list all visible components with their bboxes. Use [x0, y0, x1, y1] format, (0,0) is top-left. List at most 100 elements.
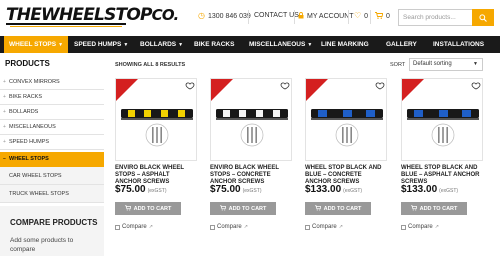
product-image[interactable]: FREE DELIVERY AUSTRALIA WIDE [210, 78, 292, 161]
external-link-icon: ↗ [243, 224, 248, 230]
contact-link[interactable]: CONTACT US [254, 12, 299, 19]
compare-checkbox[interactable] [305, 224, 310, 230]
sidebar-item-label: WHEEL STOPS [9, 156, 49, 162]
sidebar-item-miscellaneous[interactable]: + MISCELLANEOUS [0, 120, 104, 135]
wishlist-link[interactable]: ♡ 0 [354, 12, 368, 20]
product-name[interactable]: WHEEL STOP BLACK AND BLUE – ASPHALT ANCH… [401, 165, 483, 186]
compare-checkbox[interactable] [115, 224, 120, 230]
logo-co: CO. [151, 6, 180, 24]
nav-label: LINE MARKING [321, 41, 369, 48]
product-image[interactable]: FREE DELIVERY AUSTRALIA WIDE [305, 78, 387, 161]
sidebar-item-label: SPEED HUMPS [9, 139, 50, 145]
nav-gallery[interactable]: GALLERY [386, 36, 417, 53]
external-link-icon: ↗ [338, 224, 343, 230]
compare-label: Compare [312, 224, 337, 230]
compare-link[interactable]: Compare ↗ [115, 224, 153, 230]
product-image[interactable]: FREE DELIVERY AUSTRALIA WIDE [401, 78, 483, 161]
compare-label: Compare [408, 224, 433, 230]
nav-bike-racks[interactable]: BIKE RACKS [194, 36, 234, 53]
logo-wheel: WHEEL [41, 5, 105, 25]
phone-link[interactable]: ◷ 1300 846 039 [198, 12, 251, 20]
clock-icon: ◷ [198, 11, 205, 20]
price-value: $75.00 [210, 184, 241, 195]
nav-bollards[interactable]: BOLLARDS ▼ [140, 36, 183, 53]
lock-icon [298, 12, 304, 21]
site-logo[interactable]: THEWHEELSTOPCO. [6, 5, 180, 25]
compare-checkbox[interactable] [210, 224, 215, 230]
chevron-down-icon: ▼ [473, 61, 478, 67]
product-price: $133.00 (exGST) [401, 184, 458, 195]
sidebar-subitem-truck-wheel-stops[interactable]: TRUCK WHEEL STOPS [0, 185, 104, 203]
price-value: $133.00 [305, 184, 342, 195]
price-value: $133.00 [401, 184, 438, 195]
wishlist-count: 0 [364, 12, 369, 20]
chevron-down-icon: ▼ [123, 42, 129, 48]
compare-link[interactable]: Compare ↗ [401, 224, 439, 230]
sidebar-title: PRODUCTS [5, 59, 50, 68]
compare-checkbox[interactable] [401, 224, 406, 230]
sidebar-item-label: BOLLARDS [9, 109, 39, 115]
cart-link[interactable]: 0 [375, 12, 390, 21]
product-price: $75.00 (exGST) [115, 184, 166, 195]
sidebar-item-wheel-stops[interactable]: – WHEEL STOPS [0, 152, 104, 167]
nav-label: SPEED HUMPS [74, 41, 122, 48]
nav-installations[interactable]: INSTALLATIONS [433, 36, 484, 53]
nav-wheel-stops[interactable]: WHEEL STOPS ▼ [4, 36, 69, 53]
add-to-cart-button[interactable]: ADD TO CART [305, 202, 371, 215]
nav-label: MISCELLANEOUS [249, 41, 306, 48]
external-link-icon: ↗ [148, 224, 153, 230]
plus-icon: + [3, 139, 6, 145]
sidebar-subitem-label: CAR WHEEL STOPS [9, 173, 62, 179]
add-to-cart-label: ADD TO CART [133, 205, 172, 212]
nav-line-marking[interactable]: LINE MARKING [321, 36, 369, 53]
nav-label: WHEEL STOPS [9, 41, 57, 48]
sidebar-item-bike-racks[interactable]: + BIKE RACKS [0, 90, 104, 105]
tax-note: (exGST) [147, 188, 167, 194]
cart-icon [314, 204, 321, 213]
logo-underline [6, 23, 126, 25]
wheel-stop-image: FREE DELIVERY AUSTRALIA WIDE [116, 79, 195, 147]
plus-icon: + [3, 94, 6, 100]
sidebar-item-label: CONVEX MIRRORS [9, 79, 60, 85]
product-image[interactable]: FREE DELIVERY AUSTRALIA WIDE [115, 78, 197, 161]
add-to-cart-button[interactable]: ADD TO CART [401, 202, 467, 215]
logo-stripe [10, 26, 122, 27]
account-link[interactable]: MY ACCOUNT [298, 12, 354, 21]
cart-count: 0 [386, 13, 390, 20]
result-count: SHOWING ALL 8 RESULTS [115, 62, 186, 68]
compare-link[interactable]: Compare ↗ [210, 224, 248, 230]
wheel-stop-image: FREE DELIVERY AUSTRALIA WIDE [211, 79, 290, 147]
nav-miscellaneous[interactable]: MISCELLANEOUS ▼ [249, 36, 312, 53]
compare-text: Add some products to compare [10, 237, 74, 253]
plus-icon: + [3, 109, 6, 115]
external-link-icon: ↗ [434, 224, 439, 230]
sort-select[interactable]: Default sorting ▼ [409, 58, 483, 71]
header-divider [248, 10, 249, 24]
sidebar-item-bollards[interactable]: + BOLLARDS [0, 105, 104, 120]
add-to-cart-label: ADD TO CART [323, 205, 362, 212]
nav-label: INSTALLATIONS [433, 41, 485, 48]
heart-icon: ♡ [354, 11, 362, 20]
add-to-cart-button[interactable]: ADD TO CART [115, 202, 181, 215]
search-input[interactable] [398, 9, 472, 26]
product-price: $133.00 (exGST) [305, 184, 362, 195]
search-button[interactable] [472, 9, 494, 26]
chevron-down-icon: ▼ [178, 42, 184, 48]
add-to-cart-label: ADD TO CART [419, 205, 458, 212]
compare-label: Compare [217, 224, 242, 230]
add-to-cart-button[interactable]: ADD TO CART [210, 202, 276, 215]
sidebar-item-speed-humps[interactable]: + SPEED HUMPS [0, 135, 104, 150]
nav-label: BOLLARDS [140, 41, 177, 48]
plus-icon: + [3, 124, 6, 130]
search-icon [479, 13, 487, 22]
sidebar-item-convex-mirrors[interactable]: + CONVEX MIRRORS [0, 75, 104, 90]
product-name[interactable]: WHEEL STOP BLACK AND BLUE – CONCRETE ANC… [305, 165, 387, 186]
compare-widget: COMPARE PRODUCTS Add some products to co… [0, 206, 104, 256]
product-name[interactable]: ENVIRO BLACK WHEEL STOPS – CONCRETE ANCH… [210, 165, 292, 186]
product-name[interactable]: ENVIRO BLACK WHEEL STOPS – ASPHALT ANCHO… [115, 165, 197, 186]
compare-link[interactable]: Compare ↗ [305, 224, 343, 230]
sidebar-subitem-car-wheel-stops[interactable]: CAR WHEEL STOPS [0, 167, 104, 185]
nav-speed-humps[interactable]: SPEED HUMPS ▼ [74, 36, 128, 53]
compare-label: Compare [122, 224, 147, 230]
sidebar-subitem-label: TRUCK WHEEL STOPS [9, 191, 69, 197]
